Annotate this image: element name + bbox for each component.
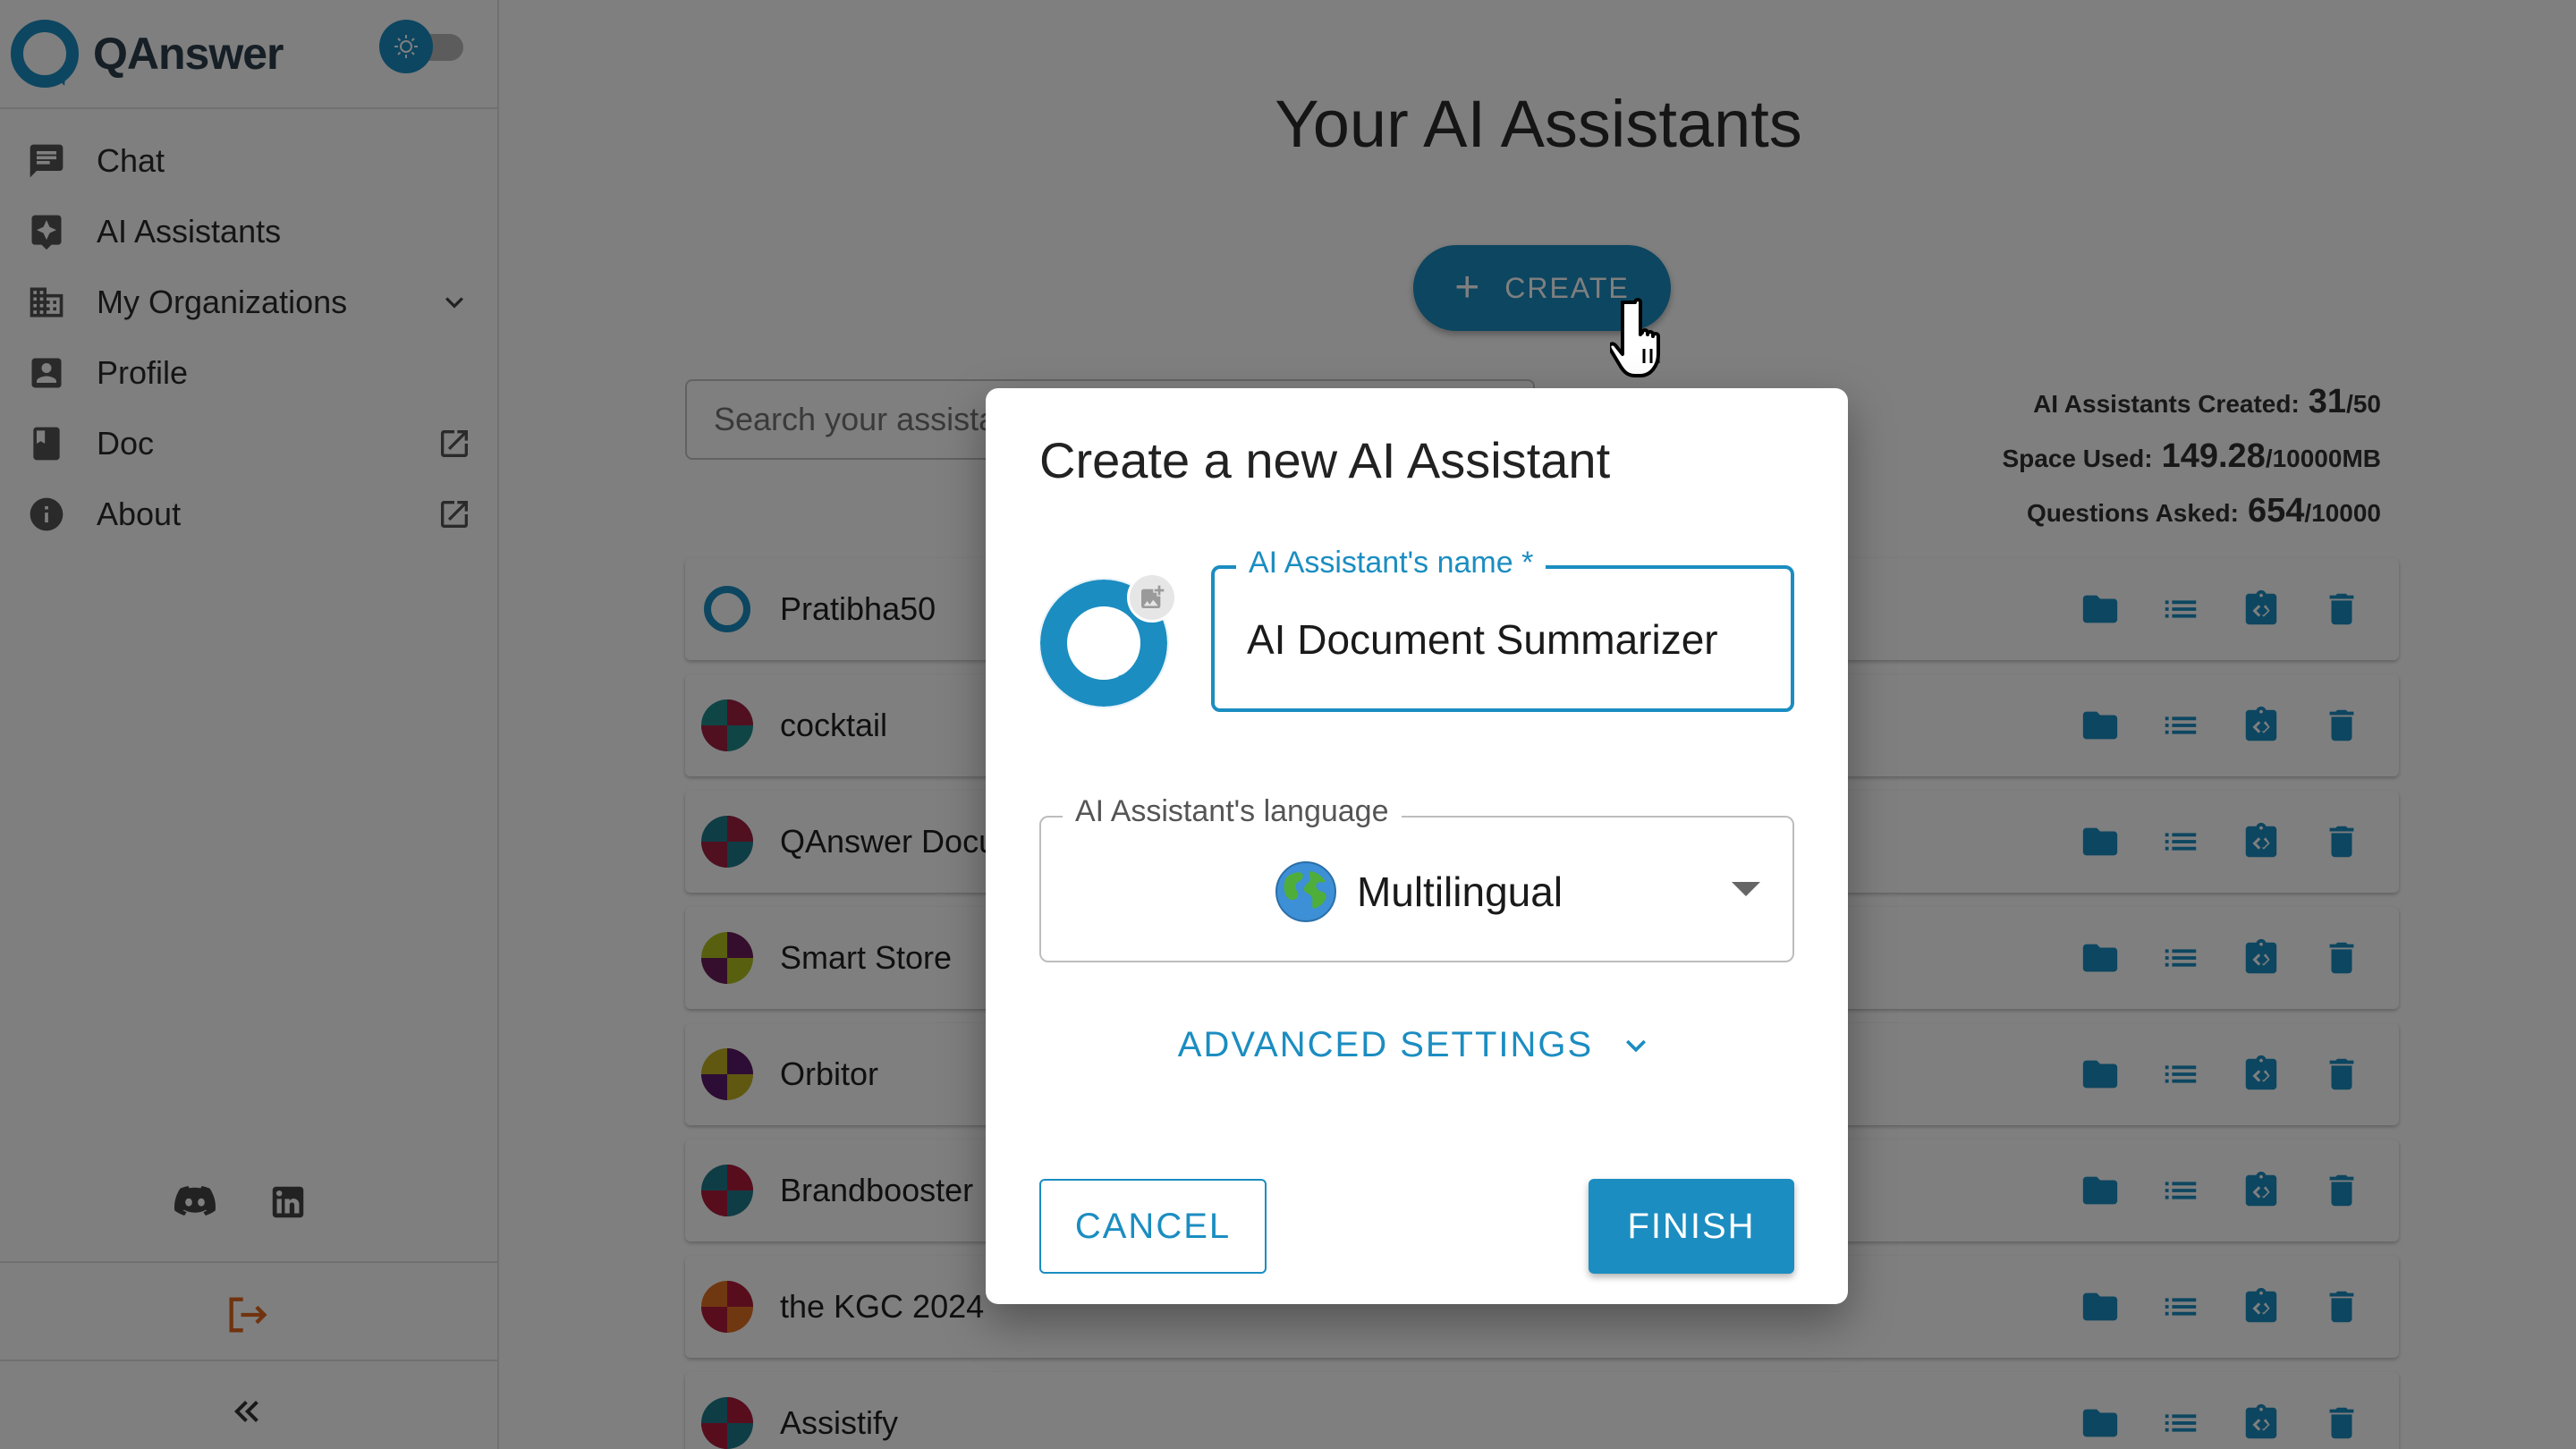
assistant-name-label: AI Assistant's name * xyxy=(1236,546,1546,580)
create-assistant-dialog: Create a new AI Assistant AI Assistant's… xyxy=(986,388,1848,1304)
cancel-button[interactable]: CANCEL xyxy=(1039,1179,1267,1274)
assistant-language-label: AI Assistant's language xyxy=(1063,794,1402,829)
advanced-settings-label: ADVANCED SETTINGS xyxy=(1177,1025,1594,1064)
assistant-language-select[interactable]: AI Assistant's language Multilingual xyxy=(1039,794,1796,962)
hand-cursor-icon xyxy=(1610,298,1660,377)
advanced-settings-toggle[interactable]: ADVANCED SETTINGS xyxy=(986,1025,1848,1065)
dialog-title: Create a new AI Assistant xyxy=(1039,432,1611,488)
dropdown-caret-icon xyxy=(1732,882,1760,896)
language-value: Multilingual xyxy=(1356,869,1563,915)
language-selected-value: Multilingual xyxy=(1041,860,1796,923)
assistant-name-input[interactable] xyxy=(1247,615,1766,664)
assistant-name-field[interactable]: AI Assistant's name * xyxy=(1211,546,1794,712)
upload-image-icon[interactable] xyxy=(1127,572,1177,623)
globe-icon xyxy=(1275,861,1336,922)
finish-button[interactable]: FINISH xyxy=(1589,1179,1794,1274)
chevron-down-icon xyxy=(1626,1039,1647,1052)
